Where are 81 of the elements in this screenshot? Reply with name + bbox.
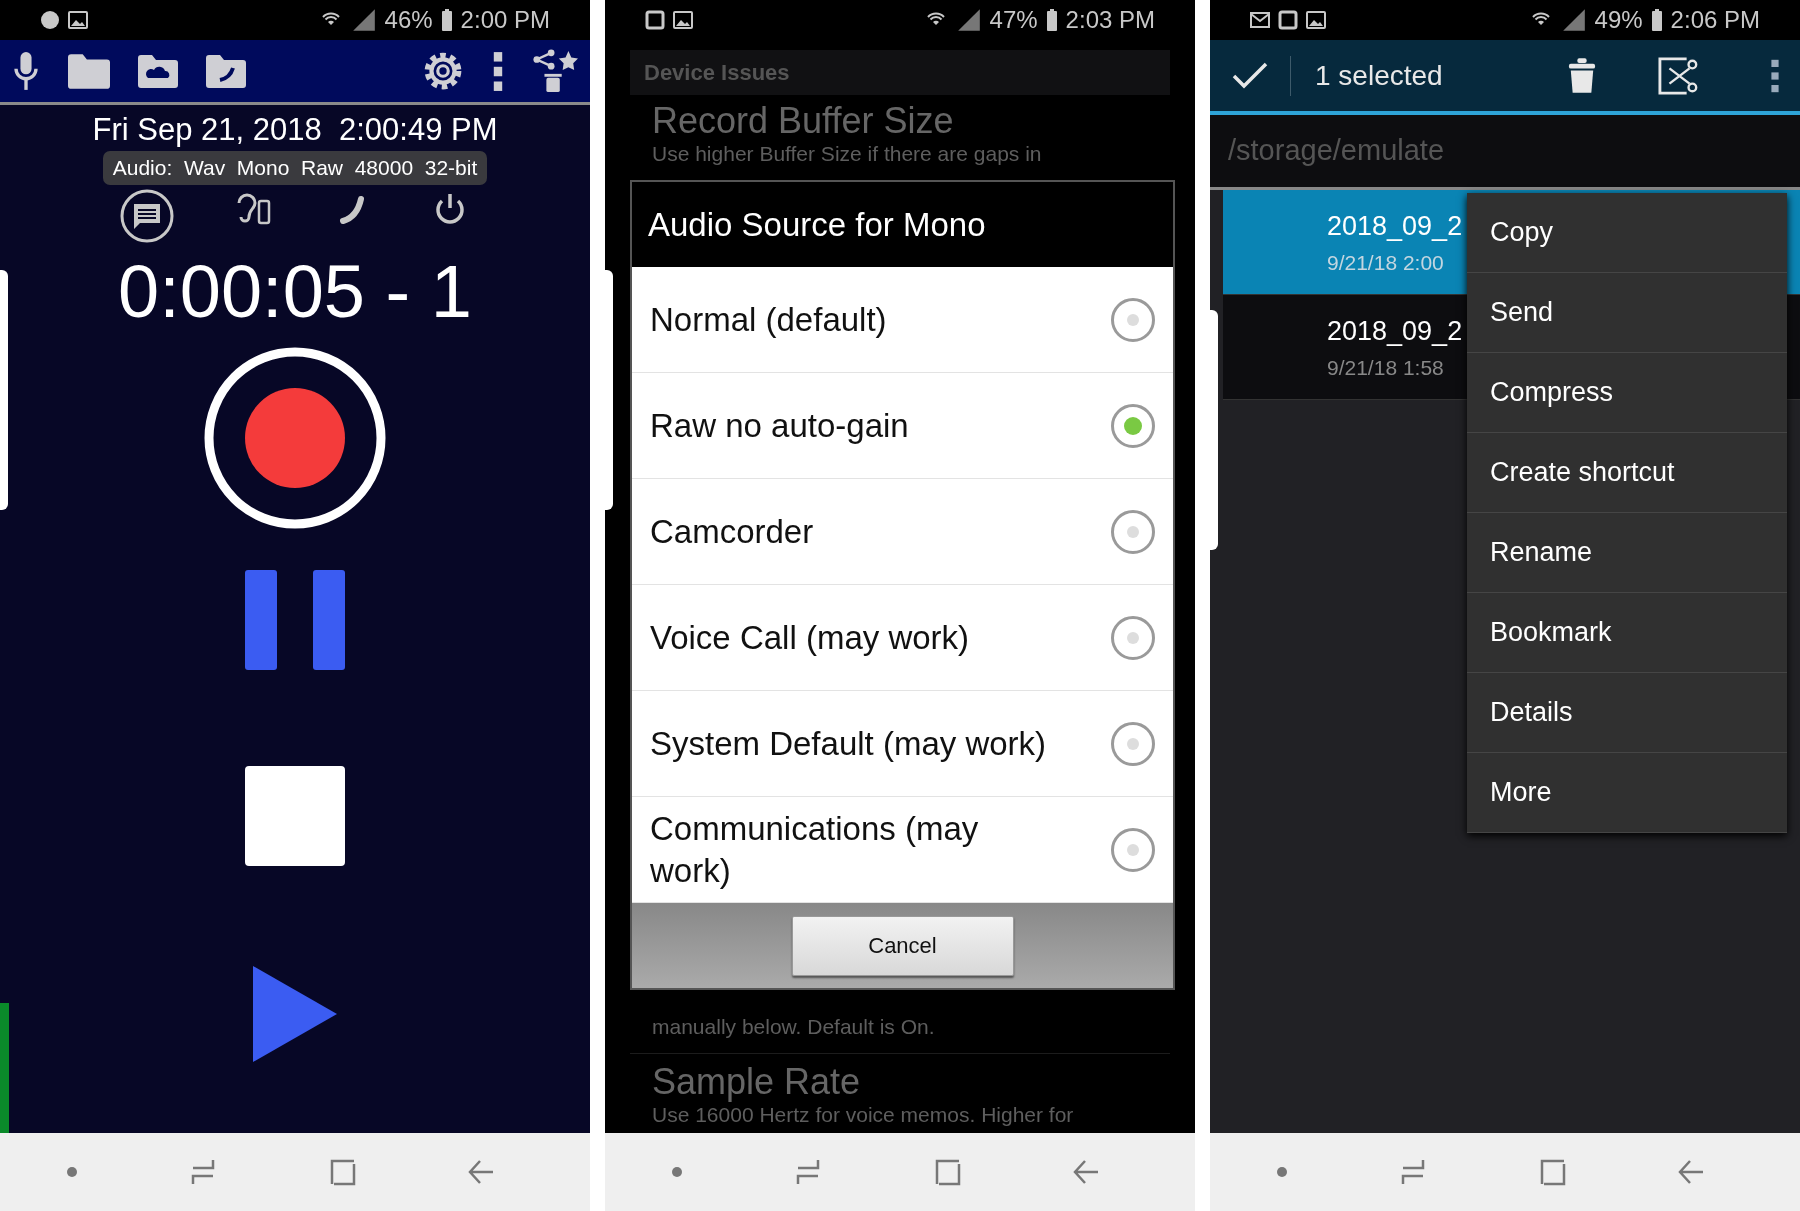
selection-count: 1 selected <box>1315 58 1443 93</box>
radio-option[interactable]: Voice Call (may work) <box>632 585 1173 691</box>
image-icon <box>1306 10 1326 30</box>
battery-icon <box>1045 8 1058 32</box>
option-label: Normal (default) <box>650 299 887 340</box>
folder-icon[interactable] <box>68 53 110 89</box>
phone-folder-icon[interactable] <box>206 54 246 88</box>
radio-button[interactable] <box>1111 615 1155 660</box>
radio-button[interactable] <box>1111 403 1155 448</box>
record-button[interactable] <box>203 346 387 530</box>
radio-option[interactable]: Normal (default) <box>632 267 1173 373</box>
radio-button[interactable] <box>1111 297 1155 342</box>
recording-timer: 0:00:05 - 1 <box>118 250 472 332</box>
signal-icon <box>955 7 982 33</box>
menu-item[interactable]: Details <box>1467 673 1787 753</box>
audio-format-label: Audio: Wav Mono Raw 48000 32-bit <box>102 151 488 185</box>
battery-percentage: 49% <box>1594 5 1643 35</box>
trash-icon[interactable] <box>1568 56 1596 95</box>
battery-percentage: 46% <box>384 5 433 35</box>
menu-item[interactable]: Copy <box>1467 193 1787 273</box>
back-icon[interactable] <box>1676 1158 1705 1186</box>
file-name: 2018_09_2 <box>1327 210 1463 243</box>
cloud-folder-icon[interactable] <box>138 54 178 88</box>
menu-item[interactable]: Rename <box>1467 513 1787 593</box>
setting-summary: manually below. Default is On. <box>630 1014 1170 1055</box>
battery-percentage: 47% <box>989 5 1038 35</box>
file-date: 9/21/18 2:00 <box>1327 249 1444 276</box>
radio-option[interactable]: Raw no auto-gain <box>632 373 1173 479</box>
play-button[interactable] <box>253 966 337 1062</box>
setting-title: Record Buffer Size <box>651 99 955 141</box>
file-name: 2018_09_2 <box>1327 315 1463 348</box>
radio-button[interactable] <box>1111 721 1155 766</box>
radio-option[interactable]: System Default (may work) <box>632 691 1173 797</box>
menu-item[interactable]: Bookmark <box>1467 593 1787 673</box>
back-icon[interactable] <box>466 1158 495 1186</box>
signal-icon <box>350 7 377 33</box>
more-options-icon[interactable] <box>492 50 504 92</box>
radio-option[interactable]: Camcorder <box>632 479 1173 585</box>
battery-icon <box>1650 8 1663 32</box>
mail-icon <box>1250 10 1270 30</box>
back-icon[interactable] <box>1071 1158 1100 1186</box>
signal-icon <box>1560 7 1587 33</box>
cancel-button[interactable]: Cancel <box>791 915 1014 976</box>
option-label: System Default (may work) <box>650 723 1047 764</box>
microphone-icon[interactable] <box>12 51 40 91</box>
clock-time: 2:03 PM <box>1065 5 1155 35</box>
clock-time: 2:06 PM <box>1670 5 1760 35</box>
image-icon <box>673 10 693 30</box>
option-label: Voice Call (may work) <box>650 617 970 658</box>
setting-summary: Use 16000 Hertz for voice memos. Higher for <box>651 1102 1075 1127</box>
clock-time: 2:00 PM <box>460 5 550 35</box>
option-label: Raw no auto-gain <box>650 405 909 446</box>
settings-icon[interactable] <box>422 50 464 92</box>
menu-item[interactable]: Send <box>1467 273 1787 353</box>
file-date: 9/21/18 1:58 <box>1327 354 1444 381</box>
section-header: Device Issues <box>630 50 1170 95</box>
setting-title: Sample Rate <box>651 1060 862 1102</box>
square-icon <box>1278 10 1298 30</box>
dot-icon <box>65 1166 78 1178</box>
scissors-box-icon[interactable] <box>1658 54 1700 97</box>
option-label: Communications (may work) <box>650 809 980 891</box>
more-options-icon[interactable] <box>1770 57 1780 94</box>
path-field: /storage/emulate <box>1210 115 1800 190</box>
setting-summary: Use higher Buffer Size if there are gaps in <box>651 140 1043 166</box>
dot-icon <box>1275 1166 1288 1178</box>
dialog-title: Audio Source for Mono <box>632 182 1173 267</box>
menu-item[interactable]: Compress <box>1467 353 1787 433</box>
radio-button[interactable] <box>1111 509 1155 554</box>
dot-icon <box>670 1166 683 1178</box>
option-label: Camcorder <box>650 511 814 552</box>
date-time: Fri Sep 21, 2018 2:00:49 PM <box>92 113 498 148</box>
menu-item[interactable]: More <box>1467 753 1787 833</box>
share-star-trash-icon[interactable] <box>532 48 578 94</box>
battery-icon <box>440 8 453 32</box>
radio-button[interactable] <box>1111 827 1155 872</box>
message-icon[interactable] <box>120 188 174 243</box>
menu-item[interactable]: Create shortcut <box>1467 433 1787 513</box>
pause-button[interactable] <box>245 570 345 670</box>
square-icon <box>645 10 665 30</box>
dot-icon <box>40 10 60 30</box>
image-icon <box>68 10 88 30</box>
